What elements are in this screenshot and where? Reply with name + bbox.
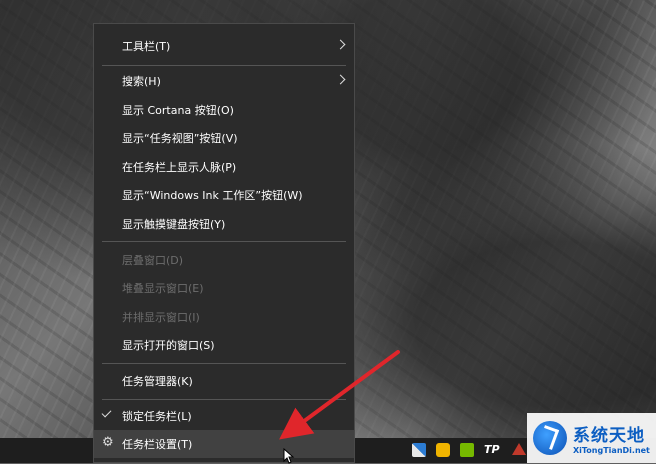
watermark-logo: 系统天地 XiTongTianDi.net (527, 413, 656, 463)
watermark-title: 系统天地 (573, 426, 645, 446)
annotation-arrow (279, 350, 400, 440)
watermark-url: XiTongTianDi.net (573, 446, 650, 455)
logo-icon (533, 421, 567, 455)
mouse-cursor-icon (283, 448, 295, 464)
